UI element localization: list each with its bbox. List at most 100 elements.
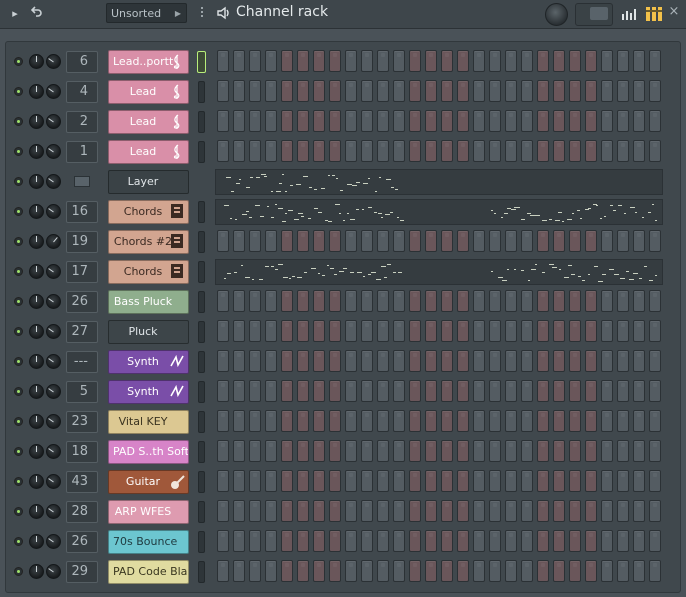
mixer-track-box[interactable]: 26 <box>66 291 98 313</box>
step-button[interactable] <box>489 350 501 372</box>
step-button[interactable] <box>553 440 565 462</box>
step-button[interactable] <box>393 110 405 132</box>
step-button[interactable] <box>217 470 229 492</box>
step-button[interactable] <box>617 410 629 432</box>
step-button[interactable] <box>441 470 453 492</box>
step-button[interactable] <box>329 500 341 522</box>
step-button[interactable] <box>441 320 453 342</box>
step-button[interactable] <box>409 440 421 462</box>
mute-led[interactable] <box>14 297 23 306</box>
step-button[interactable] <box>505 410 517 432</box>
step-button[interactable] <box>313 500 325 522</box>
step-button[interactable] <box>393 350 405 372</box>
step-button[interactable] <box>617 50 629 72</box>
volume-knob[interactable] <box>46 504 61 519</box>
step-button[interactable] <box>217 350 229 372</box>
mute-led[interactable] <box>14 237 23 246</box>
step-button[interactable] <box>265 440 277 462</box>
step-button[interactable] <box>649 80 661 102</box>
step-button[interactable] <box>265 380 277 402</box>
drag-handle-icon[interactable] <box>200 5 204 23</box>
pan-knob[interactable] <box>29 84 44 99</box>
step-button[interactable] <box>601 470 613 492</box>
step-button[interactable] <box>617 140 629 162</box>
step-button[interactable] <box>377 80 389 102</box>
step-button[interactable] <box>329 320 341 342</box>
mute-led[interactable] <box>14 147 23 156</box>
volume-knob[interactable] <box>46 474 61 489</box>
step-button[interactable] <box>601 530 613 552</box>
step-button[interactable] <box>233 500 245 522</box>
close-icon[interactable]: × <box>667 5 681 19</box>
step-button[interactable] <box>361 320 373 342</box>
step-button[interactable] <box>617 380 629 402</box>
channel-select-toggle[interactable] <box>198 231 205 253</box>
step-button[interactable] <box>521 80 533 102</box>
step-button[interactable] <box>329 290 341 312</box>
step-button[interactable] <box>393 320 405 342</box>
step-button[interactable] <box>345 110 357 132</box>
step-button[interactable] <box>601 560 613 582</box>
step-button[interactable] <box>345 230 357 252</box>
step-button[interactable] <box>409 290 421 312</box>
step-button[interactable] <box>473 410 485 432</box>
step-button[interactable] <box>537 50 549 72</box>
mute-led[interactable] <box>14 87 23 96</box>
step-button[interactable] <box>329 380 341 402</box>
step-button[interactable] <box>409 110 421 132</box>
step-button[interactable] <box>329 440 341 462</box>
step-button[interactable] <box>425 350 437 372</box>
step-sequencer-icon[interactable] <box>646 7 662 24</box>
step-button[interactable] <box>617 470 629 492</box>
step-button[interactable] <box>249 350 261 372</box>
step-button[interactable] <box>505 380 517 402</box>
step-button[interactable] <box>249 470 261 492</box>
channel-name-button[interactable]: Vital KEY <box>108 410 189 434</box>
channel-select-toggle[interactable] <box>198 201 205 223</box>
step-button[interactable] <box>521 440 533 462</box>
step-button[interactable] <box>505 560 517 582</box>
step-button[interactable] <box>633 140 645 162</box>
mixer-track-box[interactable]: 5 <box>66 381 98 403</box>
step-button[interactable] <box>457 230 469 252</box>
step-button[interactable] <box>281 230 293 252</box>
step-button[interactable] <box>217 440 229 462</box>
step-button[interactable] <box>473 440 485 462</box>
step-button[interactable] <box>553 50 565 72</box>
step-button[interactable] <box>377 380 389 402</box>
mute-led[interactable] <box>14 117 23 126</box>
volume-knob[interactable] <box>46 144 61 159</box>
step-button[interactable] <box>441 290 453 312</box>
step-button[interactable] <box>345 380 357 402</box>
step-button[interactable] <box>569 80 581 102</box>
step-button[interactable] <box>473 530 485 552</box>
step-button[interactable] <box>537 290 549 312</box>
step-button[interactable] <box>649 140 661 162</box>
step-button[interactable] <box>505 530 517 552</box>
step-button[interactable] <box>601 230 613 252</box>
step-button[interactable] <box>537 110 549 132</box>
step-button[interactable] <box>521 290 533 312</box>
step-button[interactable] <box>329 50 341 72</box>
step-button[interactable] <box>505 350 517 372</box>
step-button[interactable] <box>441 140 453 162</box>
pan-knob[interactable] <box>29 354 44 369</box>
volume-knob[interactable] <box>46 264 61 279</box>
step-button[interactable] <box>457 530 469 552</box>
step-button[interactable] <box>457 140 469 162</box>
step-button[interactable] <box>537 350 549 372</box>
step-button[interactable] <box>633 380 645 402</box>
volume-knob[interactable] <box>46 114 61 129</box>
step-button[interactable] <box>585 110 597 132</box>
pan-knob[interactable] <box>29 144 44 159</box>
channel-name-button[interactable]: Synth <box>108 350 189 374</box>
step-button[interactable] <box>489 290 501 312</box>
step-button[interactable] <box>489 440 501 462</box>
step-button[interactable] <box>249 320 261 342</box>
step-button[interactable] <box>441 230 453 252</box>
step-button[interactable] <box>441 80 453 102</box>
step-button[interactable] <box>553 410 565 432</box>
step-button[interactable] <box>281 50 293 72</box>
step-button[interactable] <box>441 110 453 132</box>
mixer-track-box[interactable]: 19 <box>66 231 98 253</box>
